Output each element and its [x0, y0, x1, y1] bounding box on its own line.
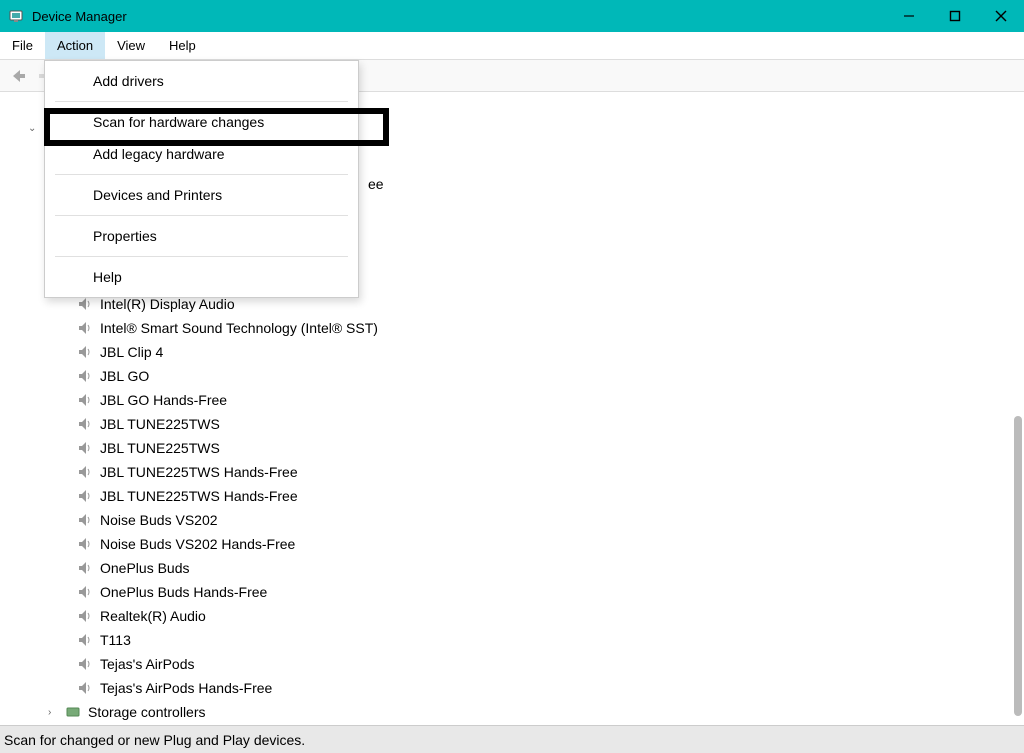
- tree-root-chevron[interactable]: ⌄: [20, 116, 44, 140]
- menu-separator: [55, 215, 348, 216]
- tree-device-item[interactable]: Noise Buds VS202 Hands-Free: [20, 532, 1004, 556]
- action-menu-item[interactable]: Add drivers: [45, 65, 358, 97]
- back-button[interactable]: [6, 64, 30, 88]
- tree-device-item[interactable]: Noise Buds VS202: [20, 508, 1004, 532]
- speaker-icon: [76, 367, 94, 385]
- speaker-icon: [76, 343, 94, 361]
- action-menu-item[interactable]: Devices and Printers: [45, 179, 358, 211]
- tree-device-item[interactable]: Intel® Smart Sound Technology (Intel® SS…: [20, 316, 1004, 340]
- device-label: JBL TUNE225TWS: [100, 440, 220, 456]
- scrollbar-thumb[interactable]: [1014, 416, 1022, 716]
- window-title: Device Manager: [32, 9, 886, 24]
- tree-device-item[interactable]: Realtek(R) Audio: [20, 604, 1004, 628]
- speaker-icon: [76, 583, 94, 601]
- device-label: Noise Buds VS202: [100, 512, 218, 528]
- speaker-icon: [76, 655, 94, 673]
- menu-separator: [55, 101, 348, 102]
- speaker-icon: [76, 679, 94, 697]
- tree-device-item[interactable]: Tejas's AirPods: [20, 652, 1004, 676]
- tree-device-item[interactable]: OnePlus Buds: [20, 556, 1004, 580]
- tree-device-item[interactable]: JBL Clip 4: [20, 340, 1004, 364]
- device-label: Tejas's AirPods Hands-Free: [100, 680, 272, 696]
- menu-separator: [55, 174, 348, 175]
- menu-help[interactable]: Help: [157, 32, 208, 59]
- menubar: FileActionViewHelp: [0, 32, 1024, 60]
- maximize-button[interactable]: [932, 0, 978, 32]
- tree-device-item[interactable]: T113: [20, 628, 1004, 652]
- speaker-icon: [76, 511, 94, 529]
- tree-device-item[interactable]: Tejas's AirPods Hands-Free: [20, 676, 1004, 700]
- menu-action[interactable]: Action: [45, 32, 105, 59]
- device-label: JBL TUNE225TWS: [100, 416, 220, 432]
- chevron-down-icon: ⌄: [28, 123, 40, 134]
- tree-category-item[interactable]: › Storage controllers: [20, 700, 1004, 724]
- speaker-icon: [76, 415, 94, 433]
- app-icon: [8, 8, 24, 24]
- speaker-icon: [76, 535, 94, 553]
- speaker-icon: [76, 559, 94, 577]
- menu-file[interactable]: File: [0, 32, 45, 59]
- window-controls: [886, 0, 1024, 32]
- action-menu-item[interactable]: Help: [45, 261, 358, 293]
- menu-view[interactable]: View: [105, 32, 157, 59]
- speaker-icon: [76, 607, 94, 625]
- device-label: JBL TUNE225TWS Hands-Free: [100, 464, 298, 480]
- controller-icon: [64, 703, 82, 721]
- statusbar: Scan for changed or new Plug and Play de…: [0, 725, 1024, 753]
- device-label: Intel(R) Display Audio: [100, 296, 235, 312]
- speaker-icon: [76, 463, 94, 481]
- speaker-icon: [76, 391, 94, 409]
- tree-device-item[interactable]: JBL GO: [20, 364, 1004, 388]
- chevron-right-icon: ›: [48, 707, 60, 718]
- speaker-icon: [76, 631, 94, 649]
- device-label: Intel® Smart Sound Technology (Intel® SS…: [100, 320, 378, 336]
- device-label: Noise Buds VS202 Hands-Free: [100, 536, 295, 552]
- minimize-button[interactable]: [886, 0, 932, 32]
- statusbar-text: Scan for changed or new Plug and Play de…: [4, 732, 305, 748]
- tree-device-item[interactable]: JBL GO Hands-Free: [20, 388, 1004, 412]
- device-label: Tejas's AirPods: [100, 656, 195, 672]
- tree-device-item[interactable]: JBL TUNE225TWS Hands-Free: [20, 460, 1004, 484]
- device-label: T113: [100, 632, 131, 648]
- action-menu: Add drivers Scan for hardware changesAdd …: [44, 60, 359, 298]
- menu-separator: [55, 256, 348, 257]
- device-label: JBL TUNE225TWS Hands-Free: [100, 488, 298, 504]
- speaker-icon: [76, 487, 94, 505]
- device-label: OnePlus Buds: [100, 560, 190, 576]
- device-label: JBL GO Hands-Free: [100, 392, 227, 408]
- category-label: Storage controllers: [88, 704, 206, 720]
- tree-device-item[interactable]: JBL TUNE225TWS: [20, 436, 1004, 460]
- device-label: Realtek(R) Audio: [100, 608, 206, 624]
- action-menu-item[interactable]: Scan for hardware changes: [45, 106, 358, 138]
- tree-device-item[interactable]: OnePlus Buds Hands-Free: [20, 580, 1004, 604]
- tree-device-item[interactable]: JBL TUNE225TWS: [20, 412, 1004, 436]
- device-label: JBL Clip 4: [100, 344, 163, 360]
- action-menu-item[interactable]: Properties: [45, 220, 358, 252]
- device-label: OnePlus Buds Hands-Free: [100, 584, 267, 600]
- speaker-icon: [76, 319, 94, 337]
- close-button[interactable]: [978, 0, 1024, 32]
- action-menu-item[interactable]: Add legacy hardware: [45, 138, 358, 170]
- speaker-icon: [76, 439, 94, 457]
- titlebar: Device Manager: [0, 0, 1024, 32]
- tree-device-item[interactable]: JBL TUNE225TWS Hands-Free: [20, 484, 1004, 508]
- device-label: JBL GO: [100, 368, 149, 384]
